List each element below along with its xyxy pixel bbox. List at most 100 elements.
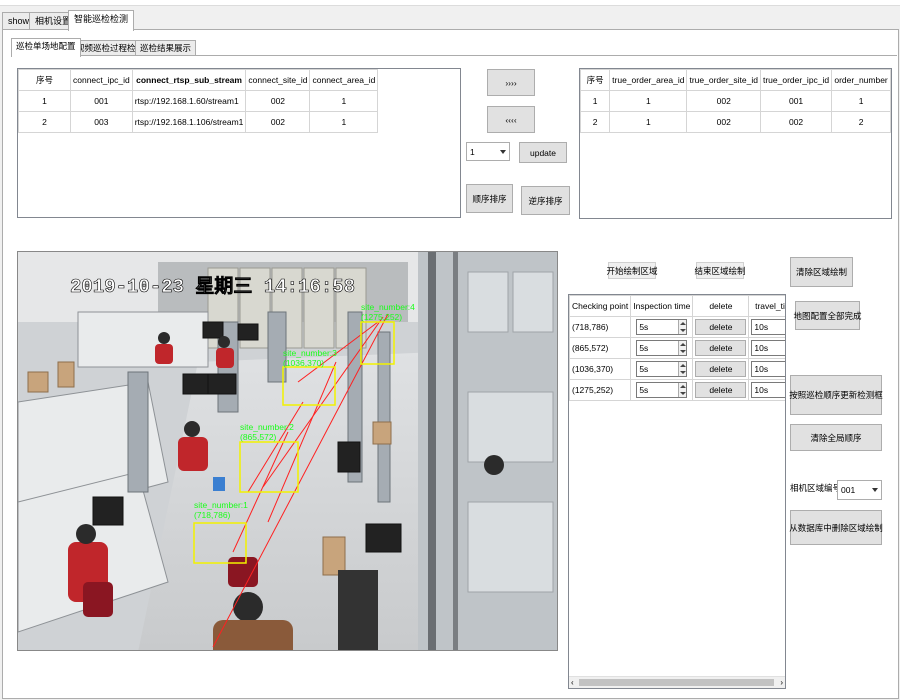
- start-draw-button[interactable]: 开始绘制区域: [607, 262, 658, 279]
- checkpoint-cell[interactable]: (1275,252): [569, 379, 632, 401]
- table-cell[interactable]: 1: [18, 90, 71, 112]
- order-select-value: 1: [470, 146, 475, 157]
- chevron-down-icon: [872, 488, 878, 492]
- inspection-time-input[interactable]: 5s: [636, 319, 688, 335]
- col-header[interactable]: true_order_ipc_id: [759, 69, 833, 91]
- table-row[interactable]: (1036,370) 5s delete 10s: [569, 358, 785, 380]
- map-config-done-button[interactable]: 地图配置全部完成: [794, 301, 862, 330]
- tab-site-config[interactable]: 巡检单场地配置: [11, 38, 81, 57]
- checkpoint-cell[interactable]: (718,786): [569, 316, 632, 338]
- table-row[interactable]: 2 1 002 002 2: [580, 111, 891, 133]
- scroll-left-icon[interactable]: ‹: [571, 678, 574, 687]
- update-button[interactable]: update: [519, 142, 567, 163]
- table-cell[interactable]: 002: [686, 90, 761, 112]
- col-header[interactable]: Checking point: [569, 295, 632, 317]
- site-label: site_number:1: [194, 500, 248, 510]
- delete-button[interactable]: delete: [695, 319, 747, 335]
- site-coord: (865,572): [240, 432, 277, 442]
- table-cell[interactable]: 2: [18, 111, 71, 133]
- horizontal-scrollbar[interactable]: ‹ ›: [569, 676, 785, 688]
- spinner-icon[interactable]: [678, 383, 687, 397]
- tab-smart-inspection[interactable]: 智能巡检检测: [68, 10, 135, 31]
- smart-inspection-page: 巡检单场地配置 视频巡检过程检验 巡检结果展示 序号 connect_ipc_i…: [2, 29, 899, 699]
- table-cell[interactable]: 1: [831, 90, 891, 112]
- spinner-icon[interactable]: [678, 362, 687, 376]
- clear-global-order-button[interactable]: 清除全局顺序: [790, 424, 882, 451]
- table-cell[interactable]: 2: [831, 111, 891, 133]
- checkpoint-cell[interactable]: (1036,370): [569, 358, 632, 380]
- update-by-order-button[interactable]: 按照巡检顺序更新检测框: [789, 375, 883, 415]
- site-config-panel: 序号 connect_ipc_id connect_rtsp_sub_strea…: [11, 55, 897, 695]
- travel-time-input[interactable]: 10s: [751, 340, 785, 356]
- travel-time-input[interactable]: 10s: [751, 361, 785, 377]
- col-header[interactable]: 序号: [18, 69, 71, 91]
- table-row[interactable]: (1275,252) 5s delete 10s: [569, 379, 785, 401]
- col-header[interactable]: 序号: [580, 69, 611, 91]
- camera-area-select[interactable]: 001: [837, 480, 882, 500]
- travel-time-value: 10s: [754, 343, 769, 353]
- inspection-time-input[interactable]: 5s: [636, 382, 688, 398]
- order-grid[interactable]: 序号 true_order_area_id true_order_site_id…: [579, 68, 892, 219]
- order-select[interactable]: 1: [466, 142, 510, 161]
- col-header[interactable]: connect_rtsp_sub_stream: [131, 69, 247, 91]
- table-cell[interactable]: 001: [70, 90, 133, 112]
- delete-from-db-button[interactable]: 从数据库中删除区域绘制: [789, 510, 883, 545]
- col-header[interactable]: connect_site_id: [245, 69, 311, 91]
- travel-time-input[interactable]: 10s: [751, 382, 785, 398]
- table-cell[interactable]: rtsp://192.168.1.60/stream1: [131, 90, 247, 112]
- checkpoint-cell[interactable]: (865,572): [569, 337, 632, 359]
- col-header[interactable]: true_order_site_id: [686, 69, 761, 91]
- scrollbar-thumb[interactable]: [579, 679, 774, 686]
- reverse-sort-button[interactable]: 逆序排序: [521, 186, 570, 215]
- camera-connection-grid[interactable]: 序号 connect_ipc_id connect_rtsp_sub_strea…: [17, 68, 461, 218]
- site-label: site_number:3: [283, 348, 337, 358]
- delete-button[interactable]: delete: [695, 382, 747, 398]
- col-header[interactable]: order_number: [831, 69, 891, 91]
- table-cell[interactable]: rtsp://192.168.1.106/stream1: [131, 111, 247, 133]
- spinner-icon[interactable]: [678, 320, 687, 334]
- table-cell[interactable]: 1: [309, 90, 379, 112]
- site-coord: (1275,252): [361, 312, 402, 322]
- table-row[interactable]: 1 1 002 001 1: [580, 90, 891, 112]
- table-row[interactable]: 2 003 rtsp://192.168.1.106/stream1 002 1: [18, 111, 379, 133]
- table-cell[interactable]: 002: [245, 111, 311, 133]
- inspection-time-input[interactable]: 5s: [636, 340, 688, 356]
- table-cell[interactable]: 001: [759, 90, 833, 112]
- col-header[interactable]: Inspection time: [630, 295, 694, 317]
- table-cell[interactable]: 1: [609, 90, 688, 112]
- table-cell[interactable]: 002: [686, 111, 761, 133]
- travel-time-value: 10s: [754, 385, 769, 395]
- col-header[interactable]: connect_ipc_id: [70, 69, 133, 91]
- table-row[interactable]: (718,786) 5s delete 10s: [569, 316, 785, 338]
- delete-button[interactable]: delete: [695, 361, 747, 377]
- table-row[interactable]: (865,572) 5s delete 10s: [569, 337, 785, 359]
- inspection-time-input[interactable]: 5s: [636, 361, 688, 377]
- table-cell[interactable]: 1: [580, 90, 611, 112]
- col-header[interactable]: connect_area_id: [309, 69, 379, 91]
- table-cell[interactable]: 002: [759, 111, 833, 133]
- table-cell[interactable]: 1: [609, 111, 688, 133]
- col-header[interactable]: delete: [692, 295, 750, 317]
- col-header[interactable]: travel_time: [748, 295, 785, 317]
- order-sort-button[interactable]: 顺序排序: [466, 184, 513, 213]
- move-right-button[interactable]: ››››: [487, 69, 535, 96]
- move-left-button[interactable]: ‹‹‹‹: [487, 106, 535, 133]
- delete-button[interactable]: delete: [695, 340, 747, 356]
- table-row[interactable]: 1 001 rtsp://192.168.1.60/stream1 002 1: [18, 90, 379, 112]
- spinner-icon[interactable]: [678, 341, 687, 355]
- table-cell[interactable]: 003: [70, 111, 133, 133]
- scroll-right-icon[interactable]: ›: [780, 678, 783, 687]
- site-label: site_number:4: [361, 302, 415, 312]
- col-header[interactable]: true_order_area_id: [609, 69, 688, 91]
- clear-draw-button[interactable]: 清除区域绘制: [790, 257, 853, 287]
- table-cell[interactable]: 002: [245, 90, 311, 112]
- checkpoint-grid[interactable]: Checking point Inspection time delete tr…: [568, 294, 786, 689]
- tab-results[interactable]: 巡检结果展示: [135, 40, 197, 56]
- end-draw-button[interactable]: 结束区域绘制: [695, 262, 746, 279]
- travel-time-input[interactable]: 10s: [751, 319, 785, 335]
- travel-time-value: 10s: [754, 364, 769, 374]
- camera-video-view[interactable]: site_number:4 (1275,252) site_number:3 (…: [17, 251, 558, 651]
- table-cell[interactable]: 2: [580, 111, 611, 133]
- table-cell[interactable]: 1: [309, 111, 379, 133]
- chevron-down-icon: [500, 149, 506, 154]
